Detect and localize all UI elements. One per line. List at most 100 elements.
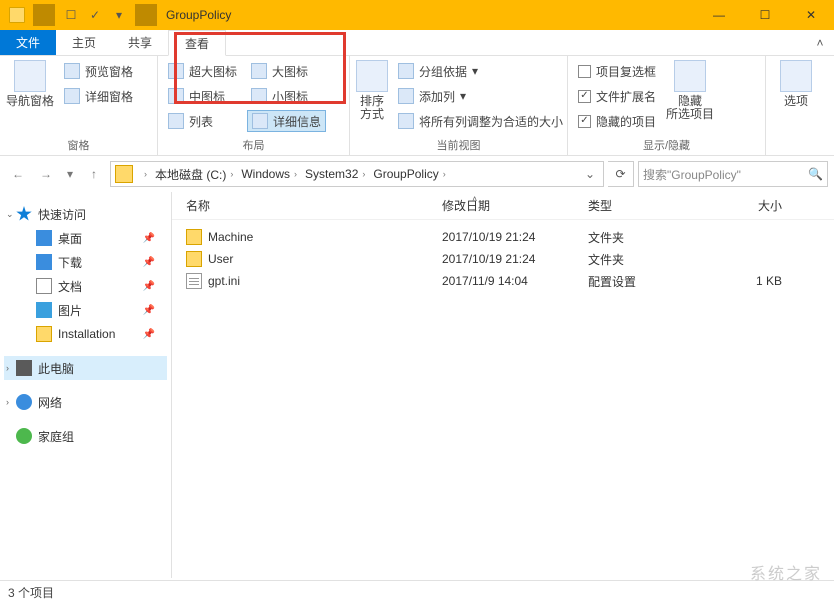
layout-detail-button[interactable]: 详细信息	[247, 110, 326, 132]
nav-label: 桌面	[58, 230, 82, 247]
ribbon-collapse-button[interactable]: ˄	[806, 30, 834, 55]
nav-label: 网络	[38, 394, 62, 411]
maximize-button[interactable]: ☐	[742, 0, 788, 30]
qat-divider	[33, 4, 55, 26]
close-button[interactable]: ✕	[788, 0, 834, 30]
hide-selected-button[interactable]: 隐藏 所选项目	[666, 60, 714, 121]
layout-l-label: 大图标	[272, 63, 308, 80]
layout-l-button[interactable]: 大图标	[247, 60, 326, 82]
forward-button[interactable]: →	[34, 162, 58, 186]
col-name[interactable]: 名称˄	[186, 197, 442, 214]
col-date[interactable]: 修改日期	[442, 197, 588, 214]
nav-item-desktop[interactable]: 桌面📌	[4, 226, 167, 250]
download-icon	[36, 254, 52, 270]
nav-item-pictures[interactable]: 图片📌	[4, 298, 167, 322]
nav-this-pc[interactable]: ›此电脑	[4, 356, 167, 380]
qat-dropdown-icon[interactable]: ▾	[108, 4, 130, 26]
search-placeholder: 搜索"GroupPolicy"	[643, 166, 741, 183]
nav-pane-button[interactable]: 导航窗格	[6, 60, 54, 108]
nav-item-documents[interactable]: 文档📌	[4, 274, 167, 298]
group-options-label	[766, 137, 834, 155]
xl-icon	[168, 63, 184, 79]
nav-item-downloads[interactable]: 下载📌	[4, 250, 167, 274]
sort-button[interactable]: 排序方式	[356, 60, 388, 121]
hidden-toggle[interactable]: ✓隐藏的项目	[574, 110, 660, 132]
file-type: 文件夹	[588, 251, 704, 268]
nav-label: 家庭组	[38, 428, 74, 445]
qat-new-folder-icon[interactable]: ✓	[84, 4, 106, 26]
breadcrumb-item[interactable]: System32›	[302, 162, 368, 186]
tab-file[interactable]: 文件	[0, 30, 56, 55]
window-controls: — ☐ ✕	[696, 0, 834, 30]
groupby-button[interactable]: 分组依据 ▾	[394, 60, 567, 82]
file-name: Machine	[208, 230, 253, 244]
folder-icon	[186, 229, 202, 245]
nav-item-installation[interactable]: Installation📌	[4, 322, 167, 346]
search-input[interactable]: 搜索"GroupPolicy" 🔍	[638, 161, 828, 187]
refresh-button[interactable]: ⟳	[608, 161, 634, 187]
layout-s-button[interactable]: 小图标	[247, 85, 326, 107]
list-icon	[168, 113, 184, 129]
document-icon	[36, 278, 52, 294]
up-button[interactable]: ↑	[82, 162, 106, 186]
group-options: 选项	[766, 56, 834, 155]
group-layout: 超大图标 中图标 列表 大图标 小图标 详细信息 布局	[158, 56, 350, 155]
tab-home[interactable]: 主页	[56, 30, 112, 55]
addcol-button[interactable]: 添加列 ▾	[394, 85, 567, 107]
nav-homegroup[interactable]: 家庭组	[4, 424, 167, 448]
tab-share[interactable]: 共享	[112, 30, 168, 55]
hidden-label: 隐藏的项目	[596, 113, 656, 130]
desktop-icon	[36, 230, 52, 246]
breadcrumb-label: GroupPolicy	[373, 167, 438, 181]
checkboxes-toggle[interactable]: 项目复选框	[574, 60, 660, 82]
ini-file-icon	[186, 273, 202, 289]
group-show-hide: 项目复选框 ✓文件扩展名 ✓隐藏的项目 隐藏 所选项目 显示/隐藏	[568, 56, 766, 155]
checkboxes-label: 项目复选框	[596, 63, 656, 80]
nav-quick-access[interactable]: ⌄快速访问	[4, 202, 167, 226]
options-icon	[780, 60, 812, 92]
back-button[interactable]: ←	[6, 162, 30, 186]
fit-cols-button[interactable]: 将所有列调整为合适的大小	[394, 110, 567, 132]
nav-pane-label: 导航窗格	[6, 95, 54, 108]
layout-m-button[interactable]: 中图标	[164, 85, 241, 107]
options-button[interactable]: 选项	[772, 60, 820, 108]
layout-detail-label: 详细信息	[273, 113, 321, 130]
groupby-icon	[398, 63, 414, 79]
nav-pane-icon	[14, 60, 46, 92]
checkbox-icon	[578, 65, 591, 78]
tab-view[interactable]: 查看	[168, 30, 226, 56]
nav-label: 文档	[58, 278, 82, 295]
file-list: 名称˄ 修改日期 类型 大小 Machine 2017/10/19 21:24 …	[172, 192, 834, 578]
layout-list-label: 列表	[189, 113, 213, 130]
layout-list-button[interactable]: 列表	[164, 110, 241, 132]
column-headers: 名称˄ 修改日期 类型 大小	[172, 192, 834, 220]
title-bar: ☐ ✓ ▾ GroupPolicy — ☐ ✕	[0, 0, 834, 30]
history-dropdown[interactable]: ▾	[62, 162, 78, 186]
breadcrumb-root-chevron[interactable]: ›	[137, 162, 150, 186]
l-icon	[251, 63, 267, 79]
preview-pane-button[interactable]: 预览窗格	[60, 60, 137, 82]
breadcrumb-item[interactable]: Windows›	[238, 162, 300, 186]
table-row[interactable]: gpt.ini 2017/11/9 14:04 配置设置 1 KB	[172, 270, 834, 292]
table-row[interactable]: User 2017/10/19 21:24 文件夹	[172, 248, 834, 270]
breadcrumb-item[interactable]: 本地磁盘 (C:)›	[152, 162, 236, 186]
breadcrumb-label: System32	[305, 167, 358, 181]
breadcrumb-item[interactable]: GroupPolicy›	[370, 162, 448, 186]
col-type[interactable]: 类型	[588, 197, 704, 214]
quick-access-toolbar: ☐ ✓ ▾	[6, 4, 160, 26]
col-size[interactable]: 大小	[704, 197, 794, 214]
details-pane-button[interactable]: 详细窗格	[60, 85, 137, 107]
expand-icon: ›	[6, 397, 9, 407]
checkbox-checked-icon: ✓	[578, 90, 591, 103]
ext-toggle[interactable]: ✓文件扩展名	[574, 85, 660, 107]
layout-xl-button[interactable]: 超大图标	[164, 60, 241, 82]
address-dropdown[interactable]: ⌄	[579, 167, 601, 181]
nav-label: 快速访问	[38, 206, 86, 223]
qat-properties-icon[interactable]: ☐	[60, 4, 82, 26]
breadcrumb[interactable]: › 本地磁盘 (C:)› Windows› System32› GroupPol…	[110, 161, 604, 187]
folder-icon	[6, 4, 28, 26]
minimize-button[interactable]: —	[696, 0, 742, 30]
nav-network[interactable]: › 网络	[4, 390, 167, 414]
hide-selected-icon	[674, 60, 706, 92]
table-row[interactable]: Machine 2017/10/19 21:24 文件夹	[172, 226, 834, 248]
